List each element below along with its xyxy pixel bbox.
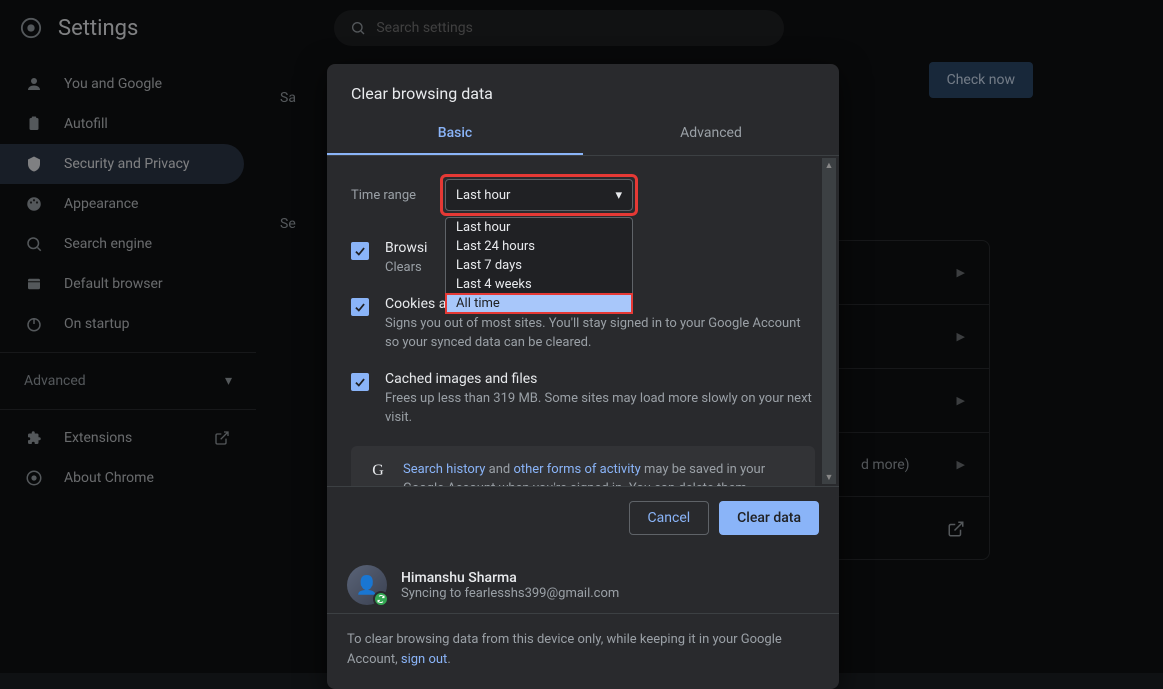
check-desc: Frees up less than 319 MB. Some sites ma…	[385, 389, 815, 428]
dropdown-option-last-7-days[interactable]: Last 7 days	[446, 256, 632, 275]
account-info: Himanshu Sharma Syncing to fearlesshs399…	[401, 570, 619, 601]
cancel-button[interactable]: Cancel	[629, 501, 710, 535]
scroll-down-icon[interactable]: ▼	[822, 470, 836, 484]
dialog-tabs: Basic Advanced	[327, 113, 839, 156]
time-range-highlight: Last hour ▾ Last hour Last 24 hours Last…	[440, 174, 638, 216]
dropdown-option-last-hour[interactable]: Last hour	[446, 218, 632, 237]
dialog-title: Clear browsing data	[327, 64, 839, 113]
dialog-actions: Cancel Clear data	[327, 486, 839, 549]
tab-advanced[interactable]: Advanced	[583, 113, 839, 155]
info-box: G Search history and other forms of acti…	[351, 446, 815, 487]
checkbox-cookies[interactable]	[351, 298, 369, 316]
clear-browsing-data-dialog: Clear browsing data Basic Advanced ▲ ▼ T…	[327, 64, 839, 689]
time-range-dropdown[interactable]: Last hour ▾	[445, 179, 633, 211]
dropdown-selected-value: Last hour	[456, 188, 510, 203]
other-activity-link[interactable]: other forms of activity	[513, 462, 640, 477]
account-sync-line: Syncing to fearlesshs399@gmail.com	[401, 586, 619, 601]
signout-note: To clear browsing data from this device …	[327, 614, 839, 689]
google-g-icon: G	[367, 460, 389, 482]
checkbox-cache[interactable]	[351, 373, 369, 391]
checkbox-row-cache: Cached images and files Frees up less th…	[351, 371, 815, 428]
search-history-link[interactable]: Search history	[403, 462, 485, 477]
sign-out-link[interactable]: sign out	[401, 652, 447, 667]
clear-data-button[interactable]: Clear data	[719, 501, 819, 535]
time-range-row: Time range Last hour ▾ Last hour Last 24…	[351, 174, 815, 216]
info-text: Search history and other forms of activi…	[403, 460, 799, 487]
account-name: Himanshu Sharma	[401, 570, 619, 586]
time-range-label: Time range	[351, 188, 416, 203]
check-desc: Signs you out of most sites. You'll stay…	[385, 314, 815, 353]
scrollbar[interactable]: ▲ ▼	[822, 158, 836, 484]
scroll-up-icon[interactable]: ▲	[822, 158, 836, 172]
check-title: Cached images and files	[385, 371, 815, 387]
account-email: fearlesshs399@gmail.com	[464, 586, 619, 601]
dropdown-option-last-24-hours[interactable]: Last 24 hours	[446, 237, 632, 256]
checkbox-browsing-history[interactable]	[351, 242, 369, 260]
chevron-down-icon: ▾	[616, 188, 623, 203]
tab-basic[interactable]: Basic	[327, 113, 583, 155]
dropdown-option-all-time[interactable]: All time	[446, 294, 632, 313]
account-section: 👤 Himanshu Sharma Syncing to fearlesshs3…	[327, 549, 839, 614]
avatar-wrap: 👤	[347, 565, 387, 605]
dialog-body: ▲ ▼ Time range Last hour ▾ Last hour Las…	[327, 156, 839, 486]
time-range-dropdown-list: Last hour Last 24 hours Last 7 days Last…	[445, 217, 633, 314]
sync-badge-icon	[373, 591, 389, 607]
dropdown-option-last-4-weeks[interactable]: Last 4 weeks	[446, 275, 632, 294]
